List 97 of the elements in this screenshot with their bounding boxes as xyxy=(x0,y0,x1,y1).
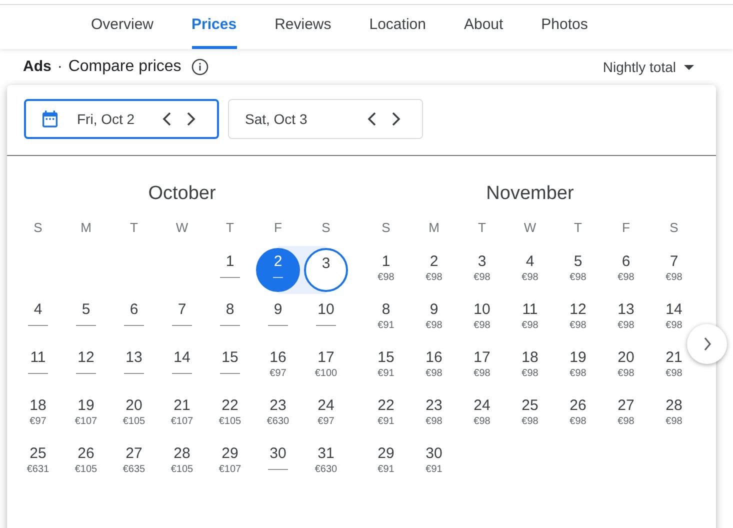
weekday-label: W xyxy=(522,219,538,237)
chevron-left-icon xyxy=(367,112,377,126)
calendar-day[interactable]: 22 €105 xyxy=(208,392,252,436)
tab[interactable]: Overview xyxy=(91,5,154,49)
calendar-day[interactable]: 2 €98 xyxy=(412,248,456,292)
calendar-icon xyxy=(40,109,60,129)
weekday-label: T xyxy=(129,219,139,237)
section-title: Compare prices xyxy=(68,57,182,77)
weekday-label: T xyxy=(573,219,583,237)
calendar-day[interactable]: 17 €98 xyxy=(460,344,504,388)
calendar-day[interactable]: 3 €98 xyxy=(460,248,504,292)
calendar-day[interactable]: 13 —— xyxy=(112,344,156,388)
calendar-day[interactable]: 2 — xyxy=(256,248,300,292)
calendar-day[interactable]: 6 —— xyxy=(112,296,156,340)
calendar-day[interactable]: 22 €91 xyxy=(364,392,408,436)
calendar-day[interactable]: 23 €98 xyxy=(412,392,456,436)
chevron-right-icon xyxy=(186,112,196,126)
calendar-day[interactable]: 29 €91 xyxy=(364,440,408,484)
calendar-day[interactable]: 21 €107 xyxy=(160,392,204,436)
weekday-label: M xyxy=(428,219,440,237)
tab[interactable]: Reviews xyxy=(274,5,332,49)
calendar-day[interactable]: 5 —— xyxy=(64,296,108,340)
chevron-right-icon xyxy=(702,337,712,351)
calendar-day[interactable]: 1 —— xyxy=(208,248,252,292)
calendar-day[interactable]: 7 —— xyxy=(160,296,204,340)
caret-down-icon xyxy=(684,64,694,70)
weekday-label: S xyxy=(380,219,392,237)
weekday-label: T xyxy=(477,219,487,237)
calendar-day[interactable]: 12 —— xyxy=(64,344,108,388)
tab[interactable]: Photos xyxy=(541,5,588,49)
ads-label: Ads xyxy=(23,56,52,77)
weekday-label: M xyxy=(80,219,92,237)
calendar-day[interactable]: 27 €635 xyxy=(112,440,156,484)
calendar-day[interactable]: 4 —— xyxy=(16,296,60,340)
calendar-day[interactable]: 28 €98 xyxy=(652,392,696,436)
calendar-day[interactable]: 25 €98 xyxy=(508,392,552,436)
calendar-day[interactable]: 27 €98 xyxy=(604,392,648,436)
calendar-day[interactable]: 10 €98 xyxy=(460,296,504,340)
weekday-label: S xyxy=(668,219,680,237)
chevron-right-icon xyxy=(391,112,401,126)
chevron-left-icon xyxy=(162,112,172,126)
calendar-day[interactable]: 16 €97 xyxy=(256,344,300,388)
weekday-label: F xyxy=(621,219,631,237)
calendar-day[interactable]: 26 €105 xyxy=(64,440,108,484)
calendar-day[interactable]: 19 €98 xyxy=(556,344,600,388)
calendar-day[interactable]: 16 €98 xyxy=(412,344,456,388)
nightly-total-dropdown[interactable]: Nightly total xyxy=(602,56,694,78)
weekday-label: F xyxy=(273,219,283,237)
calendar-day[interactable]: 12 €98 xyxy=(556,296,600,340)
calendar-day[interactable]: 15 —— xyxy=(208,344,252,388)
tab[interactable]: Prices xyxy=(192,5,237,49)
calendar-day[interactable]: 9 €98 xyxy=(412,296,456,340)
calendar-day[interactable]: 6 €98 xyxy=(604,248,648,292)
month-title: November xyxy=(485,182,575,204)
month-title: October xyxy=(147,182,217,204)
calendar-day[interactable]: 24 €98 xyxy=(460,392,504,436)
calendar-day[interactable]: 31 €630 xyxy=(304,440,348,484)
calendar-day[interactable]: 9 —— xyxy=(256,296,300,340)
calendar-day[interactable]: 7 €98 xyxy=(652,248,696,292)
weekday-label: S xyxy=(32,219,44,237)
calendar-day[interactable]: 24 €97 xyxy=(304,392,348,436)
calendar-day[interactable]: 19 €107 xyxy=(64,392,108,436)
calendar-day[interactable]: 11 —— xyxy=(16,344,60,388)
calendar-day[interactable]: 29 €107 xyxy=(208,440,252,484)
calendar-day[interactable]: 18 €98 xyxy=(508,344,552,388)
calendar-day[interactable]: 8 €91 xyxy=(364,296,408,340)
weekday-label: S xyxy=(320,219,332,237)
calendar-day[interactable]: 18 €97 xyxy=(16,392,60,436)
calendar-day[interactable]: 14 €98 xyxy=(652,296,696,340)
calendar-day[interactable]: 26 €98 xyxy=(556,392,600,436)
weekday-label: T xyxy=(225,219,235,237)
calendar-day[interactable]: 20 €105 xyxy=(112,392,156,436)
calendar-day[interactable]: 30 €91 xyxy=(412,440,456,484)
calendar-day[interactable]: 3 xyxy=(304,248,348,292)
info-icon[interactable] xyxy=(191,58,210,76)
calendar-day[interactable]: 5 €98 xyxy=(556,248,600,292)
calendar-day[interactable]: 14 —— xyxy=(160,344,204,388)
calendar-day[interactable]: 10 —— xyxy=(304,296,348,340)
date-field[interactable]: Sat, Oct 3 xyxy=(228,99,423,139)
calendar-day[interactable]: 30 —— xyxy=(256,440,300,484)
tab[interactable]: Location xyxy=(369,5,426,49)
date-field[interactable]: Fri, Oct 2 xyxy=(24,99,219,139)
calendar-day[interactable]: 13 €98 xyxy=(604,296,648,340)
calendar-day[interactable]: 28 €105 xyxy=(160,440,204,484)
calendar-day[interactable]: 15 €91 xyxy=(364,344,408,388)
weekday-label: W xyxy=(174,219,190,237)
calendar-day[interactable]: 11 €98 xyxy=(508,296,552,340)
calendar-day[interactable]: 21 €98 xyxy=(652,344,696,388)
calendar-day[interactable]: 25 €631 xyxy=(16,440,60,484)
calendar-day[interactable]: 17 €100 xyxy=(304,344,348,388)
separator-dot: · xyxy=(57,56,62,77)
calendar-day[interactable]: 4 €98 xyxy=(508,248,552,292)
calendar-day[interactable]: 1 €98 xyxy=(364,248,408,292)
tab[interactable]: About xyxy=(464,5,504,49)
calendar-day[interactable]: 8 —— xyxy=(208,296,252,340)
calendar-day[interactable]: 20 €98 xyxy=(604,344,648,388)
calendar-day[interactable]: 23 €630 xyxy=(256,392,300,436)
